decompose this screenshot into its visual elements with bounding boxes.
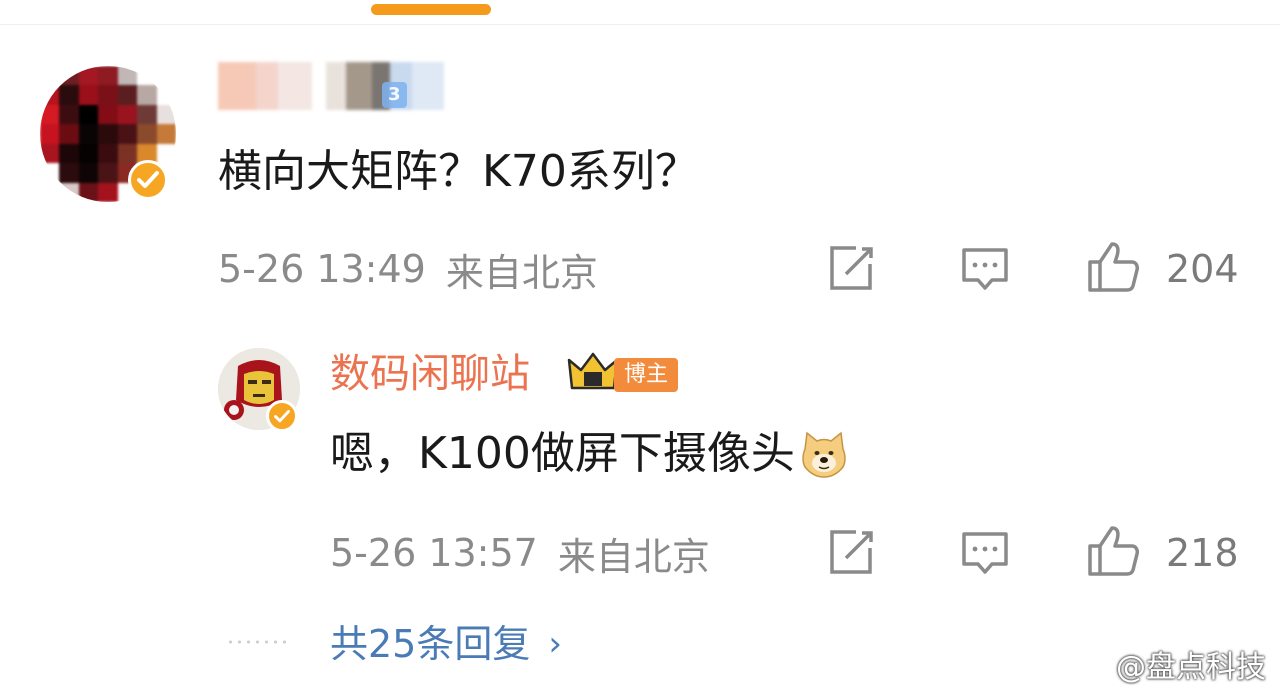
comment-icon[interactable] (958, 526, 1012, 580)
comment-icon[interactable] (958, 242, 1012, 296)
drag-handle[interactable] (371, 4, 491, 15)
comment-meta: 5-26 13:49 来自北京 (218, 244, 598, 295)
watermark: @盘点科技 (1066, 642, 1266, 686)
share-icon[interactable] (824, 242, 878, 296)
weibo-comment-screen: 3 横向大矩阵？K70系列？ 5-26 13:49 来自北京 204 数码闲聊站 (0, 0, 1280, 696)
more-replies-link[interactable]: 共25条回复 › (330, 618, 562, 670)
commenter-name-blurred[interactable] (218, 62, 444, 110)
divider (0, 24, 1280, 25)
verified-badge-icon (128, 160, 168, 200)
reply-text: 嗯，K100做屏下摄像头 (330, 422, 849, 486)
replier-name[interactable]: 数码闲聊站 (330, 346, 530, 402)
more-replies-label: 共25条回复 (330, 622, 531, 666)
thread-dots (226, 640, 292, 644)
user-level-tag: 3 (382, 82, 407, 108)
comment-text: 横向大矩阵？K70系列？ (218, 146, 699, 197)
comment-location: 来自北京 (445, 250, 598, 295)
reply-text-content: 嗯，K100做屏下摄像头 (330, 428, 795, 479)
crown-icon (566, 350, 620, 394)
weibo-logo-icon (1066, 645, 1110, 683)
verified-badge-icon (266, 400, 298, 432)
like-count: 218 (1166, 531, 1239, 575)
share-icon[interactable] (824, 526, 878, 580)
reply-meta: 5-26 13:57 来自北京 (330, 528, 710, 579)
reply-time: 5-26 13:57 (330, 531, 538, 575)
doge-emoji-icon (799, 429, 849, 479)
watermark-text: @盘点科技 (1116, 650, 1266, 685)
like-count: 204 (1166, 247, 1239, 291)
comment-time: 5-26 13:49 (218, 247, 426, 291)
blogger-badge: 博主 (614, 358, 679, 392)
thumbs-up-icon[interactable] (1086, 240, 1140, 294)
reply-location: 来自北京 (557, 534, 710, 579)
chevron-right-icon: › (548, 624, 562, 664)
thumbs-up-icon[interactable] (1086, 524, 1140, 578)
